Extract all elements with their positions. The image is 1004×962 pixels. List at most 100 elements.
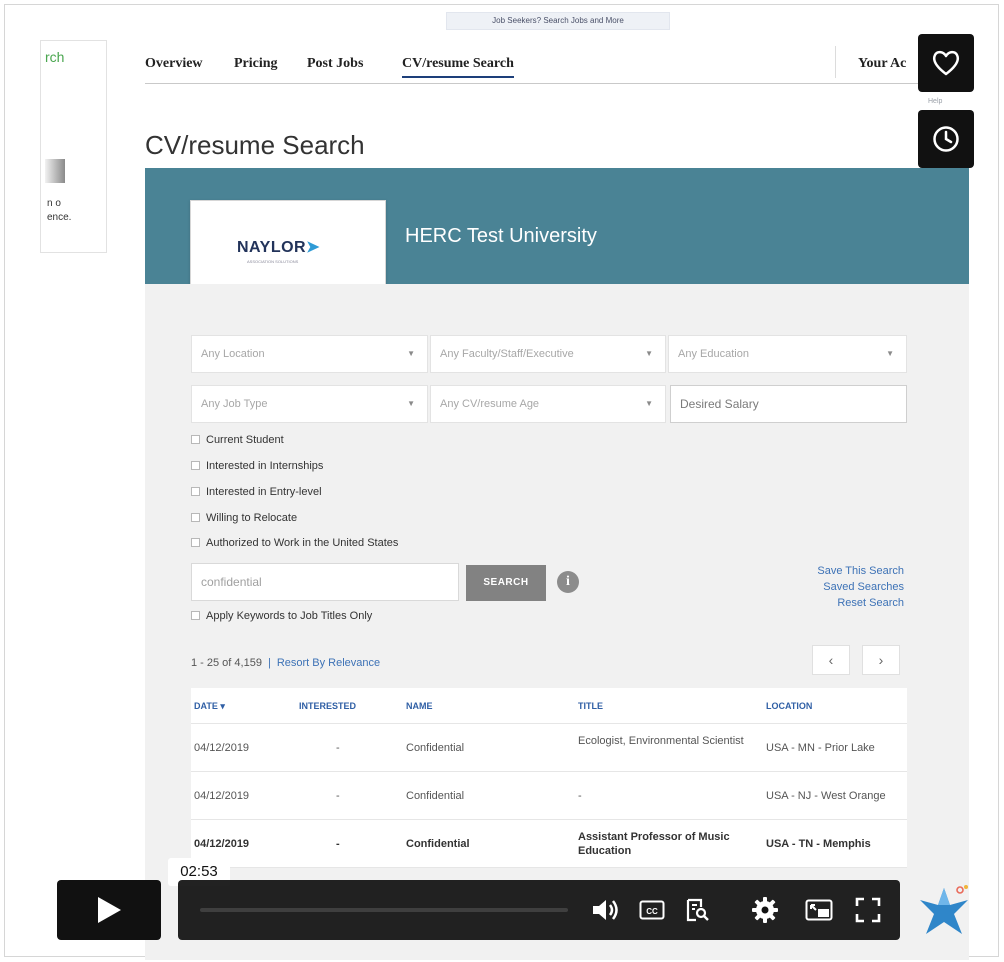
job-type-select-value: Any Job Type — [201, 398, 268, 410]
cell-interested: - — [336, 790, 340, 802]
location-select[interactable]: Any Location ▼ — [191, 335, 428, 373]
table-row[interactable]: 04/12/2019 - Confidential - USA - NJ - W… — [191, 772, 907, 820]
column-location[interactable]: LOCATION — [766, 688, 812, 724]
checkbox-authorized-us[interactable]: Authorized to Work in the United States — [191, 535, 398, 551]
cell-interested: - — [336, 742, 340, 754]
cell-name[interactable]: Confidential — [406, 820, 470, 868]
left-card-text-line-2: ence. — [47, 212, 72, 223]
cell-name[interactable]: Confidential — [406, 772, 464, 820]
checkbox-icon[interactable] — [191, 487, 200, 496]
desired-salary-input[interactable]: Desired Salary — [670, 385, 907, 423]
picture-in-picture-icon — [805, 899, 833, 921]
chevron-down-icon: ▼ — [407, 399, 415, 408]
fullscreen-icon — [855, 897, 881, 923]
naylor-logo: NAYLOR➤ — [237, 237, 320, 257]
cell-title: Assistant Professor of Music Education — [578, 831, 730, 857]
next-page-button[interactable]: › — [862, 645, 900, 675]
captions-button[interactable]: CC — [636, 894, 668, 926]
nav-overview[interactable]: Overview — [145, 56, 203, 72]
search-button[interactable]: SEARCH — [466, 565, 546, 601]
video-controls: CC — [178, 880, 900, 940]
help-link[interactable]: Help — [928, 98, 942, 105]
table-row[interactable]: 04/12/2019 - Confidential Ecologist, Env… — [191, 724, 907, 772]
location-select-value: Any Location — [201, 348, 265, 360]
watch-later-button[interactable] — [918, 110, 974, 168]
progress-bar[interactable] — [200, 908, 568, 912]
nav-pricing[interactable]: Pricing — [234, 56, 278, 72]
resume-age-select[interactable]: Any CV/resume Age ▼ — [430, 385, 666, 423]
column-date[interactable]: DATE ▾ — [194, 688, 225, 724]
education-select[interactable]: Any Education ▼ — [668, 335, 907, 373]
cell-date: 04/12/2019 — [194, 742, 250, 754]
play-button[interactable] — [57, 880, 161, 940]
clock-icon — [933, 126, 959, 152]
cell-name[interactable]: Confidential — [406, 724, 464, 772]
cell-title: Ecologist, Environmental Scientist — [578, 735, 744, 747]
cell-location: USA - NJ - West Orange — [766, 790, 886, 802]
results-summary: 1 - 25 of 4,159 | Resort By Relevance — [191, 657, 380, 669]
checkbox-icon[interactable] — [191, 611, 200, 620]
info-icon[interactable]: i — [557, 571, 579, 593]
checkbox-label: Apply Keywords to Job Titles Only — [206, 610, 373, 622]
reset-search-link[interactable]: Reset Search — [817, 595, 904, 611]
top-nav: Overview Pricing Post Jobs CV/resume Sea… — [145, 46, 935, 84]
nav-divider — [835, 46, 836, 78]
nav-your-account[interactable]: Your Ac — [858, 56, 906, 72]
table-row[interactable]: 04/12/2019 - Confidential Assistant Prof… — [191, 820, 907, 868]
logo-arrow-icon: ➤ — [306, 239, 320, 256]
settings-button[interactable] — [749, 894, 781, 926]
checkbox-relocate[interactable]: Willing to Relocate — [191, 510, 297, 526]
chevron-down-icon: ▼ — [886, 349, 894, 358]
cell-location: USA - MN - Prior Lake — [766, 742, 875, 754]
cell-date: 04/12/2019 — [194, 790, 250, 802]
play-icon — [98, 897, 121, 923]
checkbox-label: Willing to Relocate — [206, 512, 298, 524]
cell-title: - — [578, 790, 582, 802]
results-range: 1 - 25 of 4,159 — [191, 657, 262, 669]
heart-icon — [932, 50, 960, 76]
education-select-value: Any Education — [678, 348, 749, 360]
logo-brand-text: NAYLOR — [237, 239, 307, 256]
cell-interested: - — [336, 838, 340, 850]
checkbox-icon[interactable] — [191, 538, 200, 547]
checkbox-job-titles-only[interactable]: Apply Keywords to Job Titles Only — [191, 608, 372, 624]
keyword-search-input[interactable]: confidential — [191, 563, 459, 601]
save-search-link[interactable]: Save This Search — [817, 563, 904, 579]
resort-by-relevance-link[interactable]: Resort By Relevance — [277, 657, 380, 669]
checkbox-entry-level[interactable]: Interested in Entry-level — [191, 484, 322, 500]
chevron-down-icon: ▼ — [645, 349, 653, 358]
faculty-staff-select[interactable]: Any Faculty/Staff/Executive ▼ — [430, 335, 666, 373]
chevron-down-icon: ▼ — [645, 399, 653, 408]
nav-post-jobs[interactable]: Post Jobs — [307, 56, 363, 72]
left-card-title[interactable]: rch — [45, 49, 64, 65]
faculty-select-value: Any Faculty/Staff/Executive — [440, 348, 574, 360]
column-title[interactable]: TITLE — [578, 688, 603, 724]
saved-searches-link[interactable]: Saved Searches — [817, 579, 904, 595]
job-type-select[interactable]: Any Job Type ▼ — [191, 385, 428, 423]
prev-page-button[interactable]: ‹ — [812, 645, 850, 675]
table-header: DATE ▾ INTERESTED NAME TITLE LOCATION — [191, 688, 907, 724]
picture-in-picture-button[interactable] — [803, 894, 835, 926]
transcript-button[interactable] — [681, 894, 713, 926]
chevron-down-icon: ▼ — [407, 349, 415, 358]
job-seekers-banner[interactable]: Job Seekers? Search Jobs and More — [446, 12, 670, 30]
results-table: DATE ▾ INTERESTED NAME TITLE LOCATION 04… — [191, 688, 907, 868]
checkbox-icon[interactable] — [191, 461, 200, 470]
checkbox-current-student[interactable]: Current Student — [191, 432, 284, 448]
checkbox-icon[interactable] — [191, 513, 200, 522]
nav-cv-resume-search[interactable]: CV/resume Search — [402, 56, 514, 78]
checkbox-internships[interactable]: Interested in Internships — [191, 458, 323, 474]
checkbox-icon[interactable] — [191, 435, 200, 444]
like-button[interactable] — [918, 34, 974, 92]
column-name[interactable]: NAME — [406, 688, 433, 724]
left-card-image — [45, 159, 65, 183]
vimeo-star-logo-icon — [920, 885, 968, 934]
checkbox-label: Interested in Entry-level — [206, 486, 322, 498]
left-card-text: n o ence. — [47, 197, 71, 225]
left-card-text-line-1: n o — [47, 198, 61, 209]
checkbox-label: Authorized to Work in the United States — [206, 537, 399, 549]
volume-button[interactable] — [590, 894, 622, 926]
column-interested[interactable]: INTERESTED — [299, 688, 356, 724]
fullscreen-button[interactable] — [852, 894, 884, 926]
left-sidebar-card: rch n o ence. h — [40, 40, 107, 253]
